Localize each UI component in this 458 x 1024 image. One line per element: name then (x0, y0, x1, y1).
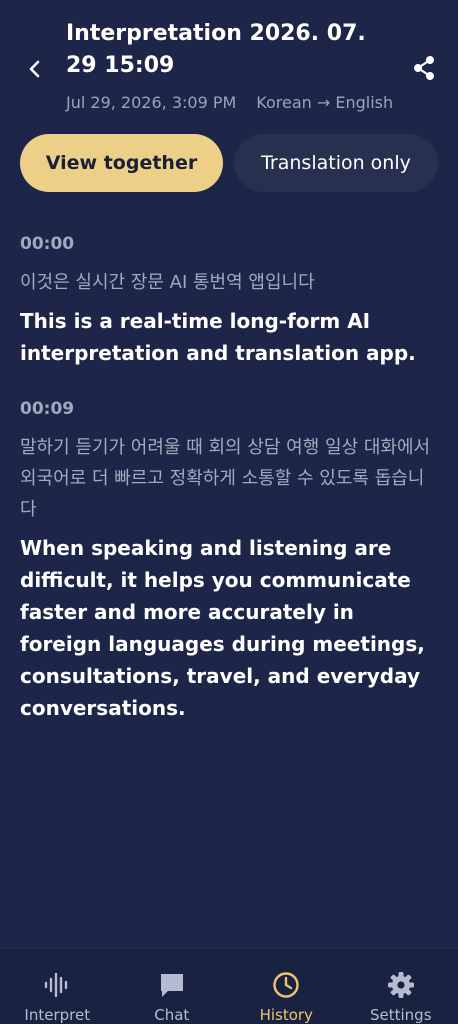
nav-interpret[interactable]: Interpret (0, 949, 115, 1024)
nav-settings[interactable]: Settings (344, 949, 458, 1024)
nav-label: Settings (369, 1006, 432, 1024)
nav-history[interactable]: History (229, 949, 344, 1024)
session-datetime: Jul 29, 2026, 3:09 PM (66, 93, 237, 112)
clock-icon (271, 971, 301, 999)
chevron-left-icon (29, 60, 40, 78)
nav-label: Chat (154, 1006, 190, 1024)
nav-chat[interactable]: Chat (115, 949, 230, 1024)
bottom-navigation: Interpret Chat History Settings (0, 948, 458, 1024)
translation-only-button[interactable]: Translation only (234, 134, 438, 192)
session-meta: Jul 29, 2026, 3:09 PM Korean → English (66, 93, 393, 112)
share-button[interactable] (408, 52, 440, 84)
transcript-list: 00:00 이것은 실시간 장문 AI 통번역 앱입니다 This is a r… (20, 230, 440, 750)
source-text: 이것은 실시간 장문 AI 통번역 앱입니다 (20, 272, 315, 293)
transcript-entry: 00:09 말하기 듣기가 어려울 때 회의 상담 여행 일상 대화에서 외국어… (20, 395, 440, 724)
entry-timestamp: 00:09 (20, 399, 75, 419)
entry-timestamp: 00:00 (20, 234, 75, 254)
interpretation-detail-screen: Interpretation 2026. 07. 29 15:09 Jul 29… (0, 0, 458, 1024)
view-together-button[interactable]: View together (20, 134, 223, 192)
nav-label: Interpret (24, 1006, 91, 1024)
translated-text: This is a real-time long-form AI interpr… (20, 309, 416, 365)
page-title: Interpretation 2026. 07. 29 15:09 (66, 21, 366, 78)
gear-icon (386, 971, 416, 999)
share-icon (414, 56, 434, 80)
language-pair: Korean → English (256, 93, 394, 112)
chat-icon (157, 971, 187, 999)
source-text: 말하기 듣기가 어려울 때 회의 상담 여행 일상 대화에서 외국어로 더 빠르… (20, 437, 431, 520)
transcript-entry: 00:00 이것은 실시간 장문 AI 통번역 앱입니다 This is a r… (20, 230, 440, 369)
waveform-icon (42, 971, 72, 999)
nav-label: History (259, 1006, 313, 1024)
back-button[interactable] (18, 52, 52, 86)
translated-text: When speaking and listening are difficul… (20, 536, 425, 720)
view-toggle: View together Translation only (20, 134, 438, 192)
